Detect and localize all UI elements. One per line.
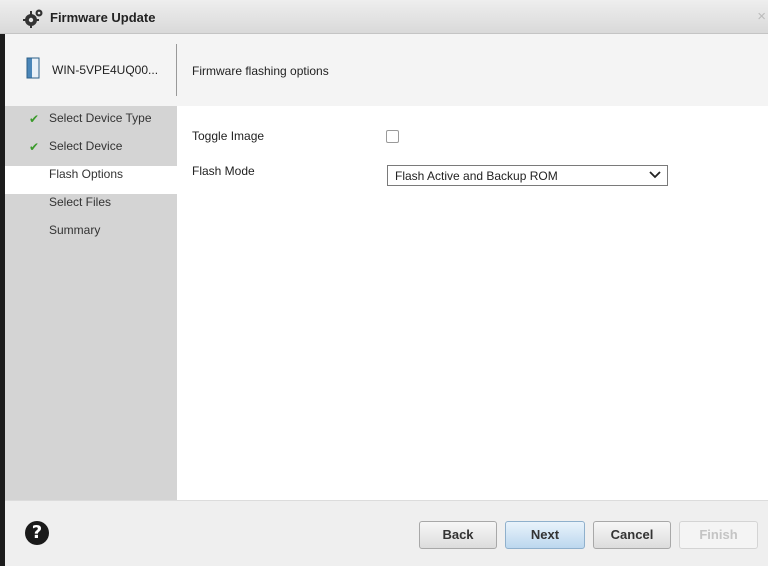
step-select-device-type[interactable]: ✔ Select Device Type xyxy=(5,110,177,138)
help-icon[interactable]: ? xyxy=(25,521,49,545)
toggle-image-label: Toggle Image xyxy=(192,129,265,143)
back-button[interactable]: Back xyxy=(419,521,497,549)
title-bar: Firmware Update × xyxy=(0,0,768,34)
step-label: Select Device Type xyxy=(49,111,152,125)
checkmark-icon: ✔ xyxy=(29,112,40,126)
device-name: WIN-5VPE4UQ00... xyxy=(52,63,159,77)
toggle-image-checkbox[interactable] xyxy=(386,130,399,143)
step-label: Select Device xyxy=(49,139,123,153)
device-divider xyxy=(176,44,177,96)
finish-button[interactable]: Finish xyxy=(679,521,758,549)
gear-icon xyxy=(23,9,43,28)
step-select-device[interactable]: ✔ Select Device xyxy=(5,138,177,166)
step-select-files[interactable]: Select Files xyxy=(5,194,177,222)
window-title: Firmware Update xyxy=(50,10,156,25)
close-button[interactable]: × xyxy=(757,9,766,24)
flash-mode-select[interactable]: Flash Active and Backup ROM xyxy=(387,165,668,186)
chevron-down-icon xyxy=(649,171,661,179)
wizard-steps: ✔ Select Device Type ✔ Select Device Fla… xyxy=(5,110,177,250)
cancel-button[interactable]: Cancel xyxy=(593,521,671,549)
flash-mode-value: Flash Active and Backup ROM xyxy=(395,169,558,183)
step-label: Select Files xyxy=(49,195,112,209)
server-icon xyxy=(26,57,40,79)
flash-mode-label: Flash Mode xyxy=(192,164,255,178)
step-label: Summary xyxy=(49,223,101,237)
next-button[interactable]: Next xyxy=(505,521,585,549)
checkmark-icon: ✔ xyxy=(29,140,40,154)
step-flash-options[interactable]: Flash Options xyxy=(5,166,177,194)
step-summary[interactable]: Summary xyxy=(5,222,177,250)
step-label: Flash Options xyxy=(49,167,124,181)
page-subtitle: Firmware flashing options xyxy=(192,64,329,78)
